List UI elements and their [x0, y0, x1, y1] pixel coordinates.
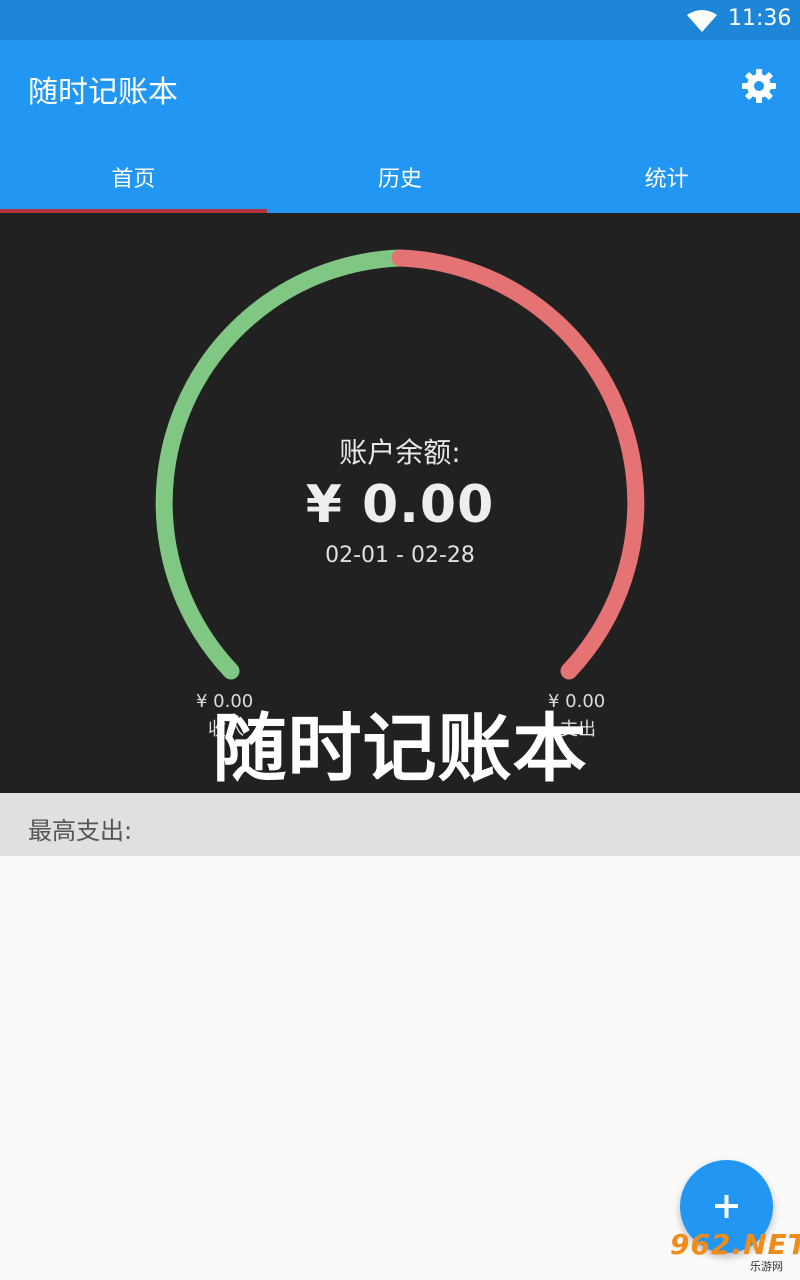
status-bar: 11:36: [0, 0, 800, 40]
tab-home-label: 首页: [111, 167, 156, 192]
balance-value: ¥ 0.00: [305, 475, 495, 535]
balance-panel: 账户余额: ¥ 0.00 02-01 - 02-28 ¥ 0.00 收入 ¥ 0…: [0, 213, 800, 793]
balance-label: 账户余额:: [339, 436, 461, 469]
app-bar: 随时记账本 首页 历史 统计: [0, 40, 800, 213]
tab-bar: 首页 历史 统计: [0, 135, 800, 213]
overlay-app-title: 随时记账本: [212, 706, 588, 792]
watermark-logo: 962.NET 乐游网: [664, 1228, 800, 1276]
max-expense-header: 最高支出:: [0, 793, 800, 856]
tab-statistics-label: 统计: [644, 167, 689, 192]
wifi-icon: [687, 10, 717, 32]
logo-subtext: 乐游网: [750, 1260, 783, 1273]
max-expense-label: 最高支出:: [28, 817, 133, 845]
tab-statistics[interactable]: 统计: [533, 135, 800, 213]
date-range: 02-01 - 02-28: [325, 543, 475, 568]
logo-text: 962.NET: [670, 1228, 800, 1261]
gear-icon[interactable]: [740, 67, 778, 105]
tab-history-label: 历史: [378, 167, 423, 192]
status-time: 11:36: [728, 6, 792, 31]
tab-history[interactable]: 历史: [267, 135, 534, 213]
tab-home[interactable]: 首页: [0, 135, 267, 213]
app-title: 随时记账本: [28, 75, 178, 110]
